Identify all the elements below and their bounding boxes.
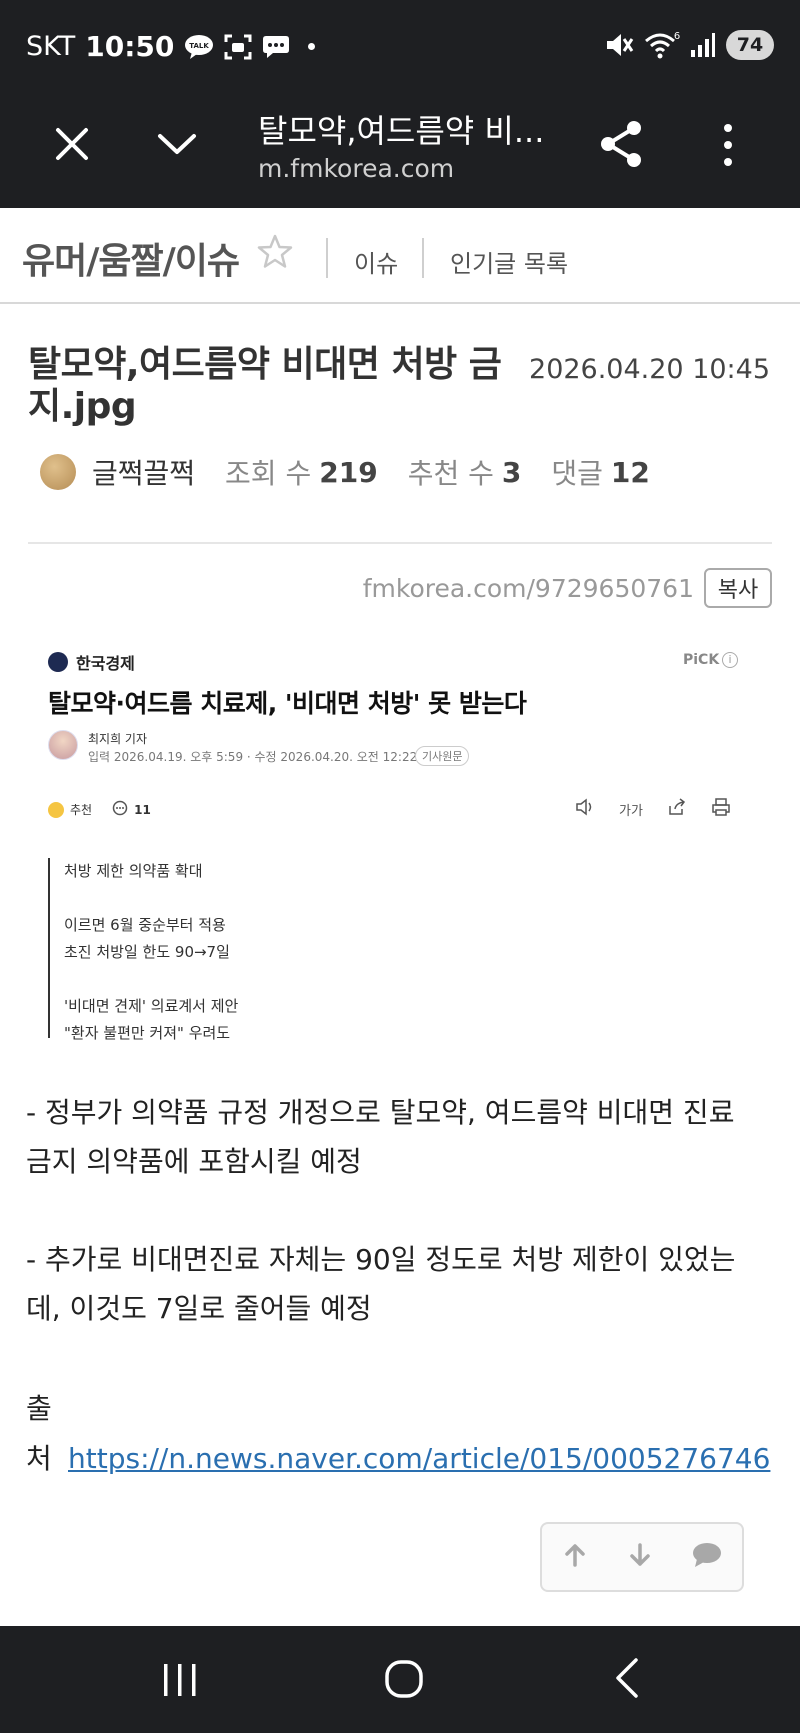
recent-apps-icon[interactable] xyxy=(160,1662,200,1698)
system-nav-bar xyxy=(0,1626,800,1733)
more-options-icon[interactable] xyxy=(716,120,740,170)
reporter-name: 최지희 기자 xyxy=(88,732,148,746)
recommend-label: 추천 xyxy=(70,803,93,817)
status-bar: SKT 10:50 TALK 6 74 xyxy=(0,0,800,90)
likes-count: 3 xyxy=(501,455,522,489)
summary-line: 이르면 6월 중순부터 적용 xyxy=(64,916,226,934)
source-link[interactable]: https://n.news.naver.com/article/015/000… xyxy=(68,1434,770,1483)
post-title: 탈모약,여드름약 비대면 처방 금지.jpg xyxy=(28,344,502,427)
signal-icon xyxy=(690,32,716,58)
page-title: 탈모약,여드름약 비... xyxy=(258,112,545,150)
news-tools-right: 가가 xyxy=(575,798,731,820)
board-name[interactable]: 유머/움짤/이슈 xyxy=(22,232,240,284)
status-right: 6 74 xyxy=(604,30,774,60)
board-link-popular[interactable]: 인기글 목록 xyxy=(450,244,568,279)
status-left: SKT 10:50 TALK xyxy=(26,30,316,63)
summary-line: 초진 처방일 한도 90→7일 xyxy=(64,943,230,961)
article-summary: 처방 제한 의약품 확대 이르면 6월 중순부터 적용 초진 처방일 한도 90… xyxy=(48,858,448,1042)
body-line: 데, 이것도 7일로 줄어들 예정 xyxy=(26,1292,372,1325)
news-image: 한국경제 PiCK i 탈모약·여드름 치료제, '비대면 처방' 못 받는다 … xyxy=(0,630,800,1060)
short-url: fmkorea.com/9729650761 xyxy=(362,574,694,603)
author-avatar[interactable] xyxy=(40,454,76,490)
body-line: 금지 의약품에 포함시킬 예정 xyxy=(26,1145,362,1178)
kakaotalk-icon: TALK xyxy=(184,34,214,60)
board-header: 유머/움짤/이슈 이슈 인기글 목록 xyxy=(0,208,800,304)
arrow-down-icon[interactable] xyxy=(626,1541,654,1573)
body-line: - 추가로 비대면진료 자체는 90일 정도로 처방 제한이 있었는 xyxy=(26,1243,736,1276)
body-line: - 정부가 의약품 규정 개정으로 탈모약, 여드름약 비대면 진료 xyxy=(26,1096,735,1129)
summary-line: '비대면 견제' 의료계서 제안 xyxy=(64,997,239,1015)
page-url[interactable]: m.fmkorea.com xyxy=(258,154,454,183)
divider xyxy=(422,238,424,278)
close-icon[interactable] xyxy=(50,122,94,166)
wifi-icon: 6 xyxy=(644,30,680,60)
info-icon: i xyxy=(722,652,738,668)
divider xyxy=(326,238,328,278)
smile-icon xyxy=(48,801,64,818)
clock: 10:50 xyxy=(85,30,175,63)
board-link-issue[interactable]: 이슈 xyxy=(354,244,398,279)
news-headline: 탈모약·여드름 치료제, '비대면 처방' 못 받는다 xyxy=(48,689,527,718)
post-meta: 글쩍끌쩍 조회 수 219 추천 수 3 댓글 12 xyxy=(40,452,680,492)
original-article-badge: 기사원문 xyxy=(415,746,470,766)
back-icon[interactable] xyxy=(612,1656,642,1700)
comments-count[interactable]: 12 xyxy=(611,456,650,489)
home-icon[interactable] xyxy=(384,1658,424,1700)
copy-button[interactable]: 복사 xyxy=(704,568,772,608)
star-icon[interactable] xyxy=(256,233,294,271)
notification-dot xyxy=(308,43,316,50)
share-icon[interactable] xyxy=(598,118,646,170)
source-label: 처 xyxy=(26,1442,52,1475)
message-icon xyxy=(262,34,290,60)
divider xyxy=(28,542,772,544)
reporter-avatar xyxy=(48,730,78,760)
publisher-logo-icon xyxy=(48,652,68,672)
source-label: 출 xyxy=(26,1392,52,1425)
article-dates: 입력 2026.04.19. 오후 5:59 · 수정 2026.04.20. … xyxy=(88,750,418,764)
browser-toolbar: 탈모약,여드름약 비... m.fmkorea.com xyxy=(0,90,800,208)
views-label: 조회 수 xyxy=(225,457,312,490)
news-publisher: 한국경제 xyxy=(48,650,135,674)
svg-text:TALK: TALK xyxy=(190,42,210,50)
floating-nav xyxy=(540,1522,744,1592)
share-icon xyxy=(667,798,687,820)
pick-badge: PiCK xyxy=(683,652,720,668)
battery-indicator: 74 xyxy=(726,30,774,60)
arrow-up-icon[interactable] xyxy=(561,1541,589,1573)
font-size-icon: 가가 xyxy=(619,803,643,819)
post-body: - 정부가 의약품 규정 개정으로 탈모약, 여드름약 비대면 진료 금지 의약… xyxy=(26,1088,776,1333)
comment-bubble-icon xyxy=(112,800,128,819)
news-comment-count: 11 xyxy=(134,802,151,817)
news-tools: 추천 11 xyxy=(48,800,151,819)
screenshot-icon xyxy=(224,34,252,60)
views-count: 219 xyxy=(319,455,378,489)
speaker-icon xyxy=(575,798,595,820)
publisher-name: 한국경제 xyxy=(76,654,135,673)
summary-line: "환자 불편만 커져" 우려도 xyxy=(64,1024,231,1042)
post-date: 2026.04.20 10:45 xyxy=(529,354,770,385)
author-name[interactable]: 글쩍끌쩍 xyxy=(92,452,195,492)
print-icon xyxy=(711,798,731,820)
comments-label: 댓글 xyxy=(551,457,603,490)
mute-icon xyxy=(604,31,634,59)
likes-label: 추천 수 xyxy=(407,457,494,490)
svg-text:6: 6 xyxy=(674,31,680,42)
comment-icon[interactable] xyxy=(691,1541,723,1573)
summary-line: 처방 제한 의약품 확대 xyxy=(64,862,203,880)
chevron-down-icon[interactable] xyxy=(152,122,202,166)
carrier-label: SKT xyxy=(26,31,76,62)
